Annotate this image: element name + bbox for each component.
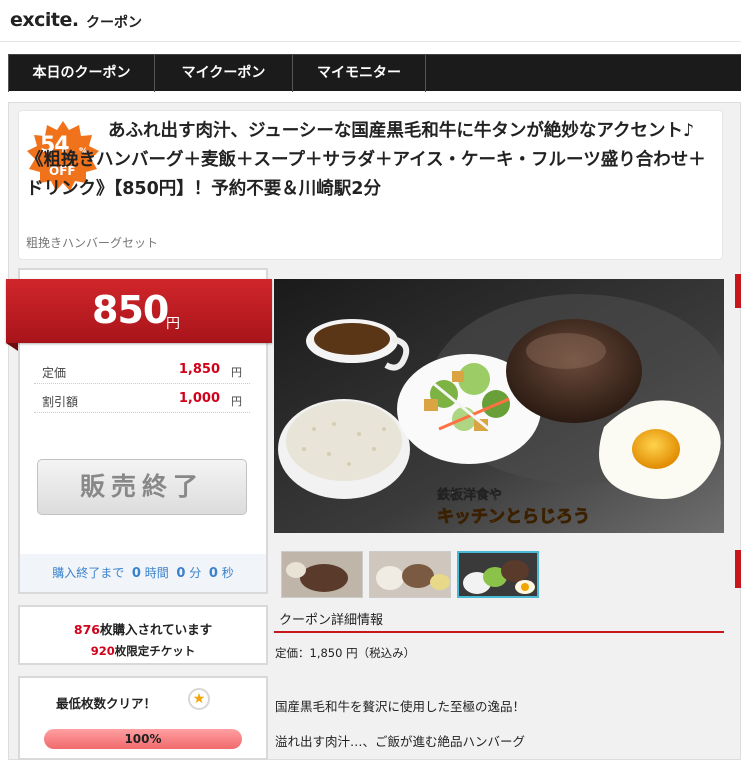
purchase-count-line: 876枚購入されています <box>20 619 266 638</box>
thumbnail-1[interactable] <box>281 551 363 598</box>
image-caption-line1: 鉄板洋食や <box>437 487 502 503</box>
regular-price-unit: 円 <box>231 366 242 379</box>
ribbon-fold <box>6 343 18 351</box>
side-tab-bottom[interactable] <box>735 550 741 588</box>
nav-my-coupon[interactable]: マイクーポン <box>155 55 293 92</box>
thumbnail-2[interactable] <box>369 551 451 598</box>
ticket-limit-suffix: 枚限定チケット <box>114 644 196 658</box>
timer-seconds: 0 <box>208 566 218 581</box>
purchase-count-box: 876枚購入されています 920枚限定チケット <box>18 605 268 665</box>
deal-main-image: 鉄板洋食や キッチンとらじろう <box>274 279 729 533</box>
side-tab-top[interactable] <box>735 274 741 308</box>
timer-minutes: 0 <box>176 566 186 581</box>
discount-amount-value: 1,000 <box>178 391 220 406</box>
details-price-line: 定価：1,850 円（税込み） <box>275 646 416 660</box>
details-paragraph-1: 国産黒毛和牛を贅沢に使用した至極の逸品！ <box>275 699 526 714</box>
regular-price-value: 1,850 <box>178 362 220 377</box>
excite-logo[interactable]: excite. <box>10 9 79 31</box>
main-nav: 本日のクーポン マイクーポン マイモニター <box>8 54 741 92</box>
discount-amount-row: 割引額 1,000 円 <box>34 385 250 413</box>
star-icon: ★ <box>188 688 210 710</box>
details-paragraph-2: 溢れ出す肉汁…、ご飯が進む絶品ハンバーグ <box>275 734 526 749</box>
top-header: excite. クーポン <box>0 0 741 42</box>
nav-my-monitor[interactable]: マイモニター <box>293 55 426 92</box>
hamburger-set-image: 鉄板洋食や キッチンとらじろう <box>274 279 729 533</box>
logo-text: excite. <box>10 9 79 31</box>
thumbnail-1-image <box>282 552 362 597</box>
purchase-count-suffix: 枚購入されています <box>99 622 213 637</box>
logo-subtitle: クーポン <box>86 15 142 31</box>
ticket-limit: 920 <box>90 644 115 658</box>
deal-price-unit: 円 <box>166 316 180 332</box>
timer-seconds-unit: 秒 <box>221 566 234 580</box>
deal-price: 850 <box>92 288 169 332</box>
sold-out-button[interactable]: 販売終了 <box>37 459 247 515</box>
ticket-limit-line: 920枚限定チケット <box>20 643 266 659</box>
deal-subtitle: 粗挽きハンバーグセット <box>26 236 159 250</box>
discount-amount-label: 割引額 <box>42 395 79 409</box>
minimum-quantity-label: 最低枚数クリア！ <box>56 696 157 711</box>
details-divider <box>274 631 724 633</box>
timer-prefix: 購入終了まで <box>52 566 125 580</box>
discount-amount-unit: 円 <box>231 395 242 408</box>
coupon-details-heading: クーポン詳細情報 <box>279 613 384 628</box>
timer-hours: 0 <box>131 566 141 581</box>
regular-price-label: 定価 <box>42 366 67 380</box>
thumbnail-3-image <box>459 553 537 596</box>
purchase-count: 876 <box>73 622 100 637</box>
timer-hours-unit: 時間 <box>144 566 169 580</box>
purchase-timer: 購入終了まで 0 時間 0 分 0 秒 <box>20 554 266 592</box>
thumbnail-3[interactable] <box>457 551 539 598</box>
image-caption-line2: キッチンとらじろう <box>437 507 590 527</box>
minimum-progress-text: 100% <box>124 732 162 746</box>
thumbnail-2-image <box>370 552 450 597</box>
nav-today-coupon[interactable]: 本日のクーポン <box>8 55 155 92</box>
deal-title: あふれ出す肉汁、ジューシーな国産黒毛和牛に牛タンが絶妙なアクセント♪《粗挽きハン… <box>26 121 706 199</box>
regular-price-row: 定価 1,850 円 <box>34 356 250 384</box>
timer-minutes-unit: 分 <box>189 566 202 580</box>
